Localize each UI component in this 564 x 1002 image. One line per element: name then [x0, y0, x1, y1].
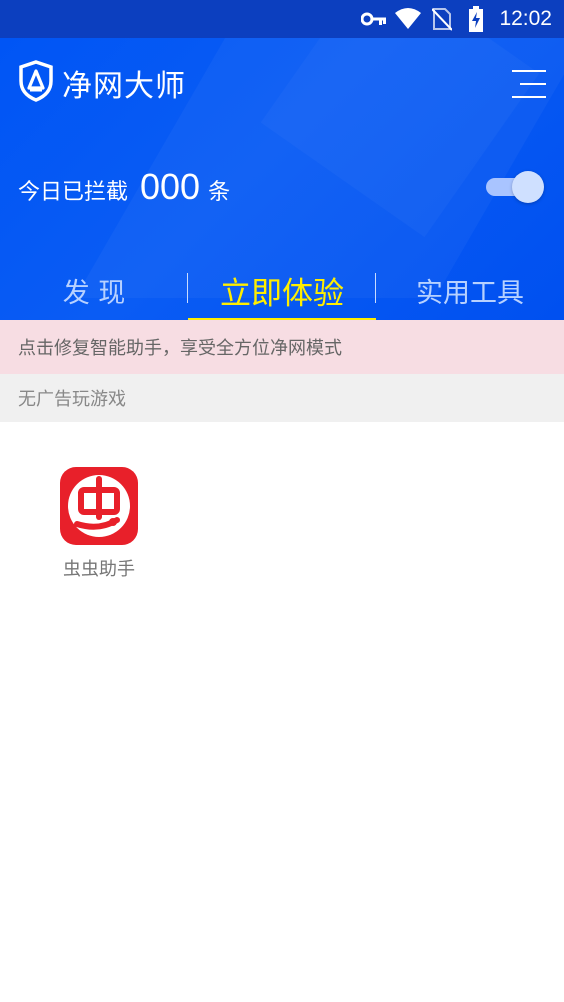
tab-try-now[interactable]: 立即体验 [188, 260, 376, 320]
blocked-unit: 条 [208, 180, 231, 205]
app-item[interactable]: 虫虫助手 [55, 467, 143, 581]
menu-button[interactable] [512, 70, 546, 98]
tab-tools[interactable]: 实用工具 [376, 260, 564, 320]
key-icon [361, 6, 387, 32]
menu-icon-line [512, 96, 546, 98]
tab-divider [375, 273, 376, 303]
toggle-thumb [512, 171, 544, 203]
tab-discover[interactable]: 发 现 [0, 260, 188, 320]
status-bar: 12:02 [0, 0, 564, 38]
app-name: 虫虫助手 [63, 559, 135, 580]
wifi-icon [395, 6, 422, 32]
blocked-count: 000 [140, 166, 201, 207]
tab-bar: 发 现 立即体验 实用工具 [0, 260, 564, 320]
no-sim-icon [429, 6, 455, 32]
tab-divider [187, 273, 188, 303]
app-bar: 净网大师 [18, 60, 186, 106]
chongchong-app-icon [60, 467, 138, 545]
app-header: 净网大师 今日已拦截 000 条 发 现 立即体验 实用工具 [0, 38, 564, 320]
status-time: 12:02 [499, 7, 552, 30]
shield-logo-icon [18, 60, 54, 106]
menu-icon-line [512, 70, 546, 72]
app-title: 净网大师 [62, 69, 186, 104]
battery-charging-icon [463, 6, 489, 32]
blocked-label: 今日已拦截 [18, 180, 129, 205]
blocked-summary: 今日已拦截 000 条 [18, 166, 230, 208]
menu-icon-line [520, 83, 546, 85]
repair-notice[interactable]: 点击修复智能助手，享受全方位净网模式 [0, 320, 564, 374]
section-title: 无广告玩游戏 [0, 374, 564, 422]
protection-toggle[interactable] [486, 171, 544, 203]
